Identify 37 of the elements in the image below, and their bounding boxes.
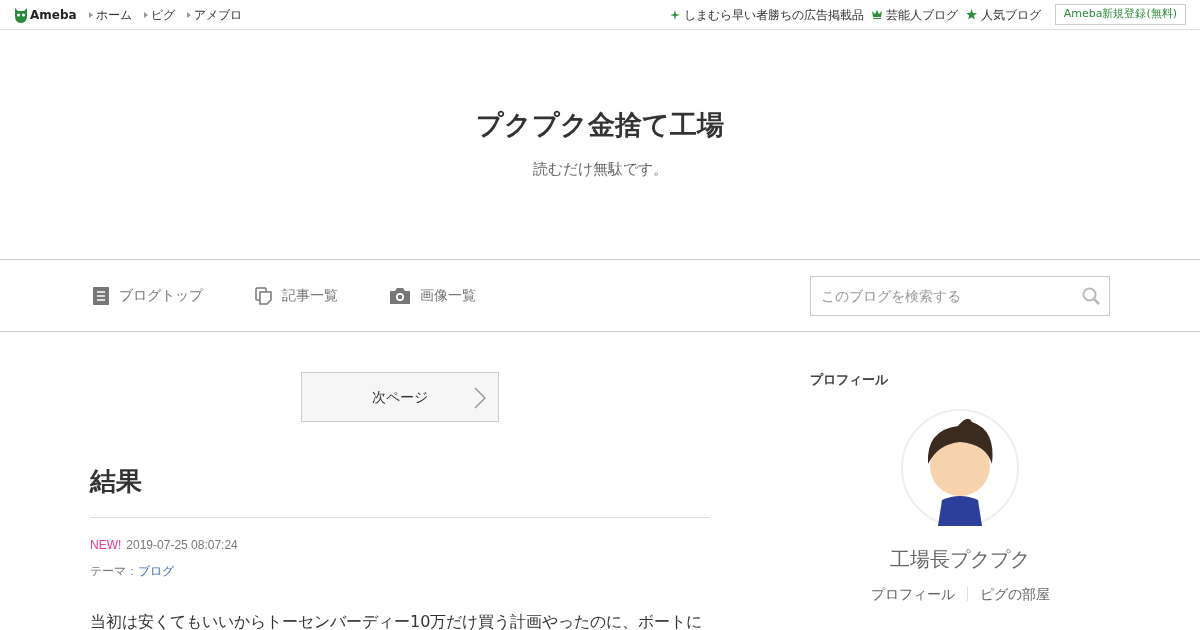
logo-text[interactable]: Ameba — [30, 5, 77, 24]
nav-tab[interactable]: 画像一覧 — [420, 285, 476, 306]
triangle-icon — [143, 11, 148, 18]
chevron-right-icon — [474, 387, 486, 409]
nav-tab[interactable]: 記事一覧 — [282, 285, 338, 306]
next-page-button[interactable]: 次ページ — [301, 372, 499, 422]
star-icon — [965, 9, 977, 20]
logo-icon — [14, 5, 28, 24]
crown-icon — [871, 10, 882, 19]
sparkle-icon — [669, 9, 680, 20]
triangle-icon — [186, 11, 191, 18]
header-link[interactable]: しまむら早い者勝ちの広告掲載品 — [683, 7, 864, 22]
blog-subtitle: 読むだけ無駄です。 — [532, 158, 668, 180]
search-icon[interactable] — [1082, 286, 1100, 305]
profile-heading: プロフィール — [810, 371, 889, 389]
profile-name[interactable]: 工場長プクプク — [810, 543, 1110, 574]
nav-tab[interactable]: ブログトップ — [119, 285, 203, 306]
entry-date: 2019-07-25 08:07:24 — [126, 537, 238, 554]
header-link[interactable]: 芸能人ブログ — [885, 7, 958, 22]
nav-link[interactable]: ピグ — [150, 7, 175, 22]
theme-label: テーマ： — [90, 563, 138, 580]
blog-title[interactable]: プクプク金捨て工場 — [476, 105, 724, 146]
triangle-icon — [88, 11, 93, 18]
nav-link[interactable]: ホーム — [95, 7, 132, 22]
document-icon — [93, 286, 109, 305]
copy-icon — [255, 286, 272, 305]
new-label: NEW! — [90, 537, 122, 554]
profile-link[interactable]: ピグの部屋 — [979, 583, 1050, 605]
nav-link[interactable]: アメブロ — [193, 7, 242, 22]
header-link[interactable]: 人気ブログ — [980, 7, 1041, 22]
register-button[interactable]: Ameba新規登録(無料) — [1054, 4, 1186, 25]
entry-text: 当初は安くてもいいからトーセンバーディー10万だけ買う計画やったのに、ボートに — [90, 611, 704, 630]
profile-link[interactable]: プロフィール — [870, 583, 955, 605]
entry-title[interactable]: 結果 — [90, 466, 142, 496]
search-field[interactable]: このブログを検索する — [810, 275, 1110, 316]
theme-link[interactable]: ブログ — [138, 562, 174, 580]
camera-icon — [390, 287, 410, 304]
